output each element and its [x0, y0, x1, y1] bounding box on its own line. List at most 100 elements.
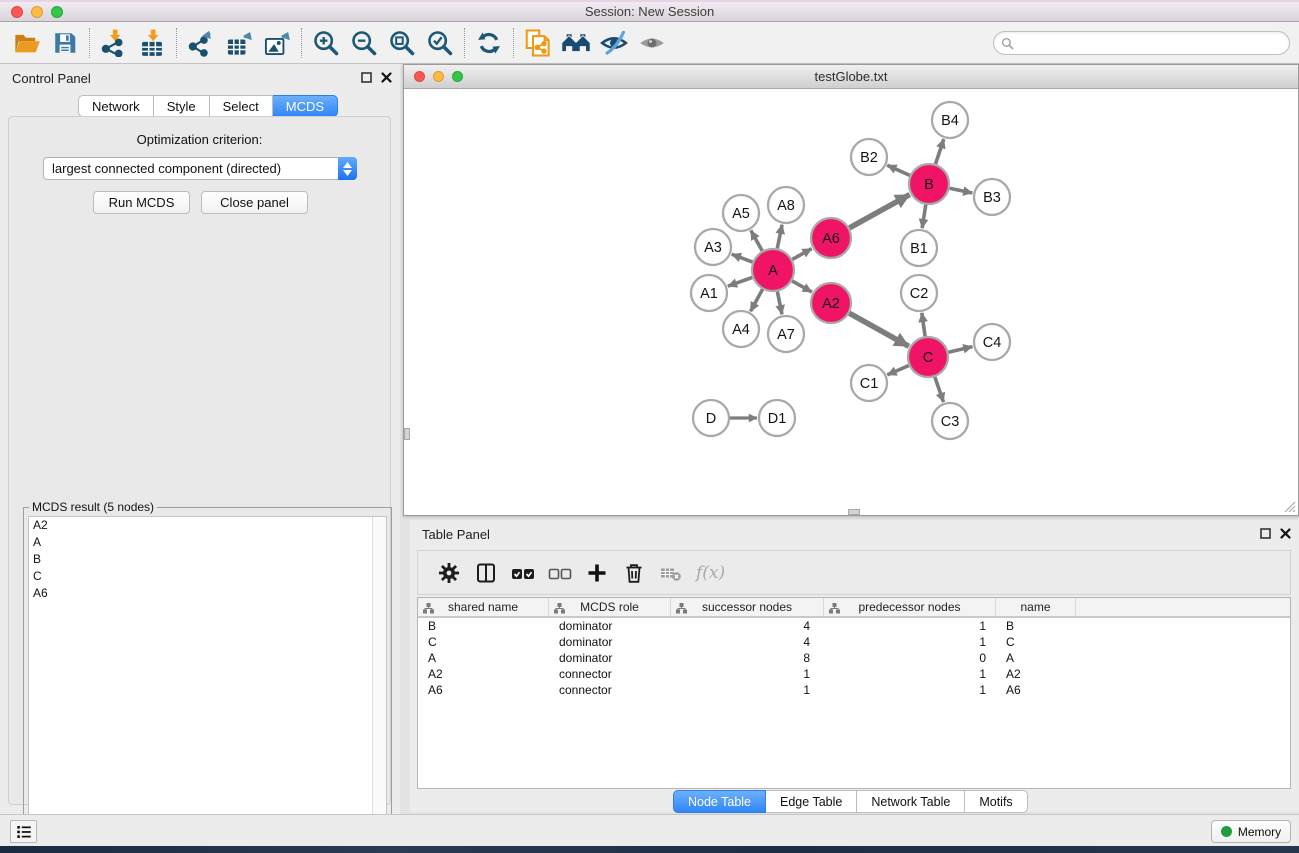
edge-B-B1[interactable] [922, 205, 926, 229]
edge-A-A7[interactable] [777, 292, 782, 315]
graph-node-A6[interactable]: A6 [811, 218, 851, 258]
column-header-name[interactable]: name [996, 598, 1076, 616]
edge-B-B4[interactable] [936, 139, 944, 164]
edge-C-C1[interactable] [887, 366, 909, 375]
float-panel-icon[interactable] [1260, 528, 1271, 539]
vertical-scroll-nub[interactable] [404, 428, 410, 440]
column-header-predecessor-nodes[interactable]: predecessor nodes [824, 598, 996, 616]
graph-node-C1[interactable]: C1 [851, 365, 887, 401]
memory-button[interactable]: Memory [1211, 820, 1291, 843]
horizontal-scroll-nub[interactable] [848, 509, 860, 515]
column-header-successor-nodes[interactable]: successor nodes [671, 598, 824, 616]
graph-node-A7[interactable]: A7 [768, 316, 804, 352]
close-panel-icon[interactable] [381, 72, 392, 83]
add-row-button[interactable] [578, 554, 615, 592]
tab-edge-table[interactable]: Edge Table [766, 790, 857, 813]
home-layout-button[interactable] [557, 25, 595, 61]
export-image-button[interactable] [258, 25, 296, 61]
edge-A-A4[interactable] [751, 289, 763, 311]
graph-node-D[interactable]: D [693, 400, 729, 436]
save-session-button[interactable] [46, 25, 84, 61]
graph-node-C[interactable]: C [908, 337, 948, 377]
network-graph[interactable]: B4B2BB3A5A8A6A3AB1A1C2A4A7A2C4CC1DD1C3 [404, 89, 1298, 515]
edge-A-A2[interactable] [792, 281, 812, 292]
delete-table-button[interactable] [652, 554, 689, 592]
open-session-button[interactable] [8, 25, 46, 61]
edge-A-A5[interactable] [751, 230, 762, 250]
graph-node-B2[interactable]: B2 [851, 139, 887, 175]
column-header-shared-name[interactable]: shared name [418, 598, 549, 616]
table-row[interactable]: Adominator80A [418, 650, 1290, 666]
tab-motifs[interactable]: Motifs [965, 790, 1027, 813]
search-field[interactable] [993, 31, 1290, 55]
graph-node-C4[interactable]: C4 [974, 324, 1010, 360]
import-network-button[interactable] [95, 25, 133, 61]
zoom-fit-button[interactable] [383, 25, 421, 61]
resize-grip-icon[interactable] [1283, 500, 1296, 513]
edge-A-A6[interactable] [792, 249, 811, 260]
refresh-view-button[interactable] [470, 25, 508, 61]
graph-node-B1[interactable]: B1 [901, 230, 937, 266]
edge-C-C2[interactable] [922, 313, 925, 336]
table-row[interactable]: A2connector11A2 [418, 666, 1290, 682]
tab-style[interactable]: Style [154, 95, 210, 117]
result-scrollbar[interactable] [372, 517, 386, 839]
edge-B-B3[interactable] [950, 188, 973, 193]
edge-C-C4[interactable] [948, 347, 972, 353]
tab-node-table[interactable]: Node Table [673, 790, 766, 813]
hide-selected-button[interactable] [595, 25, 633, 61]
graph-node-A8[interactable]: A8 [768, 187, 804, 223]
export-table-button[interactable] [220, 25, 258, 61]
zoom-in-button[interactable] [307, 25, 345, 61]
edge-B-B2[interactable] [887, 165, 910, 175]
column-header-MCDS-role[interactable]: MCDS role [549, 598, 671, 616]
delete-row-button[interactable] [615, 554, 652, 592]
graph-node-B3[interactable]: B3 [974, 179, 1010, 215]
graph-node-D1[interactable]: D1 [759, 400, 795, 436]
zoom-selected-button[interactable] [421, 25, 459, 61]
mcds-result-item[interactable]: A6 [29, 585, 386, 602]
deselect-all-checks-button[interactable] [541, 554, 578, 592]
show-columns-button[interactable] [467, 554, 504, 592]
close-panel-icon[interactable] [1280, 528, 1291, 539]
edge-A-A3[interactable] [732, 254, 753, 262]
tab-network-table[interactable]: Network Table [857, 790, 965, 813]
edge-A-A8[interactable] [777, 225, 782, 249]
task-history-button[interactable] [10, 820, 37, 843]
zoom-out-button[interactable] [345, 25, 383, 61]
close-panel-button[interactable]: Close panel [201, 191, 308, 214]
mcds-result-list[interactable]: A2ABCA6 [28, 516, 387, 840]
clone-network-button[interactable] [519, 25, 557, 61]
graph-node-C3[interactable]: C3 [932, 403, 968, 439]
show-all-button[interactable] [633, 25, 671, 61]
criterion-dropdown[interactable]: largest connected component (directed) [43, 157, 357, 180]
graph-node-B[interactable]: B [909, 164, 949, 204]
mcds-result-item[interactable]: C [29, 568, 386, 585]
table-row[interactable]: Cdominator41C [418, 634, 1290, 650]
tab-network[interactable]: Network [78, 95, 154, 117]
network-canvas[interactable]: B4B2BB3A5A8A6A3AB1A1C2A4A7A2C4CC1DD1C3 [404, 89, 1298, 515]
graph-node-A[interactable]: A [752, 249, 794, 291]
function-builder-button[interactable]: f(x) [696, 563, 725, 583]
edge-A6-B[interactable] [849, 195, 909, 228]
float-panel-icon[interactable] [361, 72, 372, 83]
table-row[interactable]: Bdominator41B [418, 618, 1290, 634]
edge-A2-C[interactable] [849, 313, 909, 346]
graph-node-A2[interactable]: A2 [811, 283, 851, 323]
select-all-checks-button[interactable] [504, 554, 541, 592]
import-table-button[interactable] [133, 25, 171, 61]
run-mcds-button[interactable]: Run MCDS [93, 191, 190, 214]
mcds-result-item[interactable]: B [29, 551, 386, 568]
graph-node-A1[interactable]: A1 [691, 275, 727, 311]
mcds-result-item[interactable]: A2 [29, 517, 386, 534]
tab-select[interactable]: Select [210, 95, 273, 117]
graph-node-C2[interactable]: C2 [901, 275, 937, 311]
column-settings-button[interactable] [430, 554, 467, 592]
export-network-button[interactable] [182, 25, 220, 61]
graph-node-A5[interactable]: A5 [723, 195, 759, 231]
graph-node-B4[interactable]: B4 [932, 102, 968, 138]
edge-C-C3[interactable] [935, 377, 944, 402]
table-row[interactable]: A6connector11A6 [418, 682, 1290, 698]
mcds-result-item[interactable]: A [29, 534, 386, 551]
edge-A-A1[interactable] [728, 277, 753, 286]
